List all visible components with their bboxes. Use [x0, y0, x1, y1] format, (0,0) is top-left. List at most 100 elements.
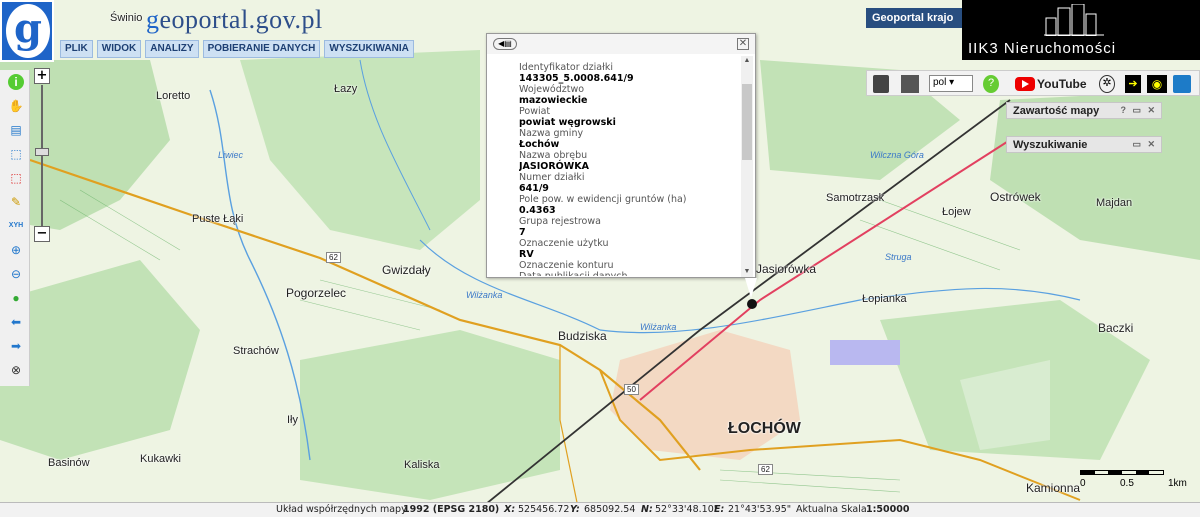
menu-item-widok[interactable]: WIDOK: [96, 40, 142, 58]
field-label: Pole pow. w ewidencji gruntów (ha): [519, 194, 687, 205]
map-contents-panel[interactable]: Zawartość mapy ? ▭ ✕: [1006, 102, 1162, 119]
panel-window-buttons[interactable]: ? ▭ ✕: [1120, 105, 1157, 116]
globe-full-extent-icon[interactable]: ●: [8, 290, 24, 306]
field-value: 0.4363: [519, 205, 556, 216]
field-value: powiat węgrowski: [519, 117, 616, 128]
scale-label-km: 1km: [1168, 478, 1187, 489]
popup-close-icon[interactable]: ✕: [737, 38, 749, 50]
crs-value: 1992 (EPSG 2180): [403, 504, 500, 515]
place-label: Baczki: [1098, 321, 1134, 335]
popup-content: Identyfikator działki 143305_5.0008.641/9…: [519, 62, 735, 276]
youtube-link[interactable]: YouTube: [1015, 74, 1087, 94]
place-label: Łopianka: [862, 293, 907, 305]
panel-window-buttons[interactable]: ▭ ✕: [1132, 139, 1157, 150]
menu-item-analizy[interactable]: ANALIZY: [145, 40, 199, 58]
draw-pencil-icon[interactable]: ✎: [8, 194, 24, 210]
y-label: Y:: [570, 504, 580, 515]
scroll-down-icon[interactable]: ▼: [741, 267, 753, 277]
place-label: Kamionna: [1026, 481, 1081, 495]
scroll-thumb[interactable]: [742, 84, 752, 160]
field-value: 7: [519, 227, 526, 238]
place-label: Łazy: [334, 83, 358, 95]
place-label: Pogorzelec: [286, 286, 347, 300]
field-value: RV: [519, 249, 534, 260]
zoom-out-icon[interactable]: ⊖: [8, 266, 24, 282]
pan-hand-icon[interactable]: ✋: [8, 98, 24, 114]
place-label: Strachów: [233, 345, 279, 357]
geoportal-g-icon: g: [6, 4, 50, 58]
high-contrast-arrow-icon[interactable]: ➔: [1125, 75, 1141, 93]
popup-pointer: [745, 278, 757, 298]
zoom-in-icon[interactable]: ⊕: [8, 242, 24, 258]
place-label: Kaliska: [404, 459, 440, 471]
place-label: Samotrzask: [826, 192, 885, 204]
zoom-minus-button[interactable]: −: [34, 226, 50, 242]
select-box-icon[interactable]: ⬚: [8, 146, 24, 162]
geoportal-krajowy-banner[interactable]: Geoportal krajo: [866, 8, 962, 28]
water-label: Wilżanka: [466, 290, 503, 300]
popup-scrollbar[interactable]: ▲ ▼: [741, 56, 753, 277]
parcel-info-popup: ◀▤ ✕ Identyfikator działki 143305_5.0008.…: [486, 33, 757, 298]
field-value: 143305_5.0008.641/9: [519, 73, 634, 84]
next-view-icon[interactable]: ➡: [8, 338, 24, 354]
menu-item-plik[interactable]: PLIK: [60, 40, 93, 58]
brand-text: IIK3 Nieruchomości: [968, 40, 1117, 57]
site-title: geoportal.gov.pl: [146, 5, 323, 35]
n-value: 52°33'48.10": [655, 504, 719, 515]
accessibility-icon[interactable]: ✲: [1099, 75, 1115, 93]
youtube-label: YouTube: [1037, 77, 1087, 91]
menu-item-wyszukiwania[interactable]: WYSZUKIWANIA: [324, 40, 414, 58]
right-toolbar: pol ▾ ? YouTube ✲ ➔ ◉: [866, 70, 1200, 96]
scale-label-0: 0: [1080, 478, 1086, 489]
site-title-rest: eoportal.gov.pl: [159, 5, 323, 34]
high-contrast-eye-icon[interactable]: ◉: [1147, 75, 1167, 93]
zoom-slider[interactable]: + −: [34, 68, 50, 244]
close-tool-icon[interactable]: ⊗: [8, 362, 24, 378]
map-contents-label: Zawartość mapy: [1013, 105, 1100, 117]
zoom-track[interactable]: [41, 85, 43, 227]
field-label: Numer działki: [519, 172, 585, 183]
scroll-up-icon[interactable]: ▲: [741, 56, 753, 66]
site-title-prefix: g: [146, 5, 160, 34]
brand-logo: IIK3 Nieruchomości: [962, 0, 1200, 60]
clear-selection-icon[interactable]: ⬚: [8, 170, 24, 186]
field-label: Nazwa obrębu: [519, 150, 588, 161]
e-label: E:: [714, 504, 725, 515]
y-value: 685092.54: [584, 504, 636, 515]
geoportal-logo[interactable]: g: [0, 0, 54, 62]
place-label: Budziska: [558, 329, 607, 343]
layers-list-icon[interactable]: ▤: [8, 122, 24, 138]
x-value: 525456.72: [518, 504, 570, 515]
place-label: Majdan: [1096, 197, 1133, 209]
place-label: ŁOCHÓW: [728, 420, 801, 437]
n-label: N:: [641, 504, 653, 515]
place-label: Kukawki: [140, 453, 181, 465]
search-panel-label: Wyszukiwanie: [1013, 139, 1088, 151]
previous-view-icon[interactable]: ⬅: [8, 314, 24, 330]
field-value: mazowieckie: [519, 95, 588, 106]
help-icon[interactable]: ?: [983, 75, 999, 93]
language-select[interactable]: pol ▾: [929, 75, 973, 92]
scale-text-value: 1:50000: [866, 504, 910, 515]
left-toolbar: i ✋ ▤ ⬚ ⬚ ✎ XYH ⊕ ⊖ ● ⬅ ➡ ⊗: [0, 70, 30, 386]
place-label: Łojew: [942, 206, 971, 218]
signin-icon[interactable]: [1173, 75, 1191, 93]
print-icon[interactable]: [873, 75, 889, 93]
wms-icon[interactable]: [901, 75, 919, 93]
language-value: pol: [933, 77, 947, 88]
water-label: Struga: [885, 252, 912, 262]
xyh-coordinates-icon[interactable]: XYH: [8, 218, 24, 234]
zoom-thumb[interactable]: [35, 148, 49, 156]
menu-item-pobieranie-danych[interactable]: POBIERANIE DANYCH: [202, 40, 321, 58]
popup-back-icon[interactable]: ◀▤: [493, 38, 517, 50]
field-label: Data publikacji danych: [519, 271, 735, 276]
place-label: Świnio: [110, 12, 143, 24]
road-number: 50: [624, 384, 639, 395]
zoom-plus-button[interactable]: +: [34, 68, 50, 84]
field-label: Powiat: [519, 106, 551, 117]
place-label: Loretto: [156, 90, 191, 102]
info-icon[interactable]: i: [8, 74, 24, 90]
place-label: Ostrówek: [990, 190, 1041, 204]
scale-text-label: Aktualna Skala: [796, 504, 867, 515]
search-panel[interactable]: Wyszukiwanie ▭ ✕: [1006, 136, 1162, 153]
